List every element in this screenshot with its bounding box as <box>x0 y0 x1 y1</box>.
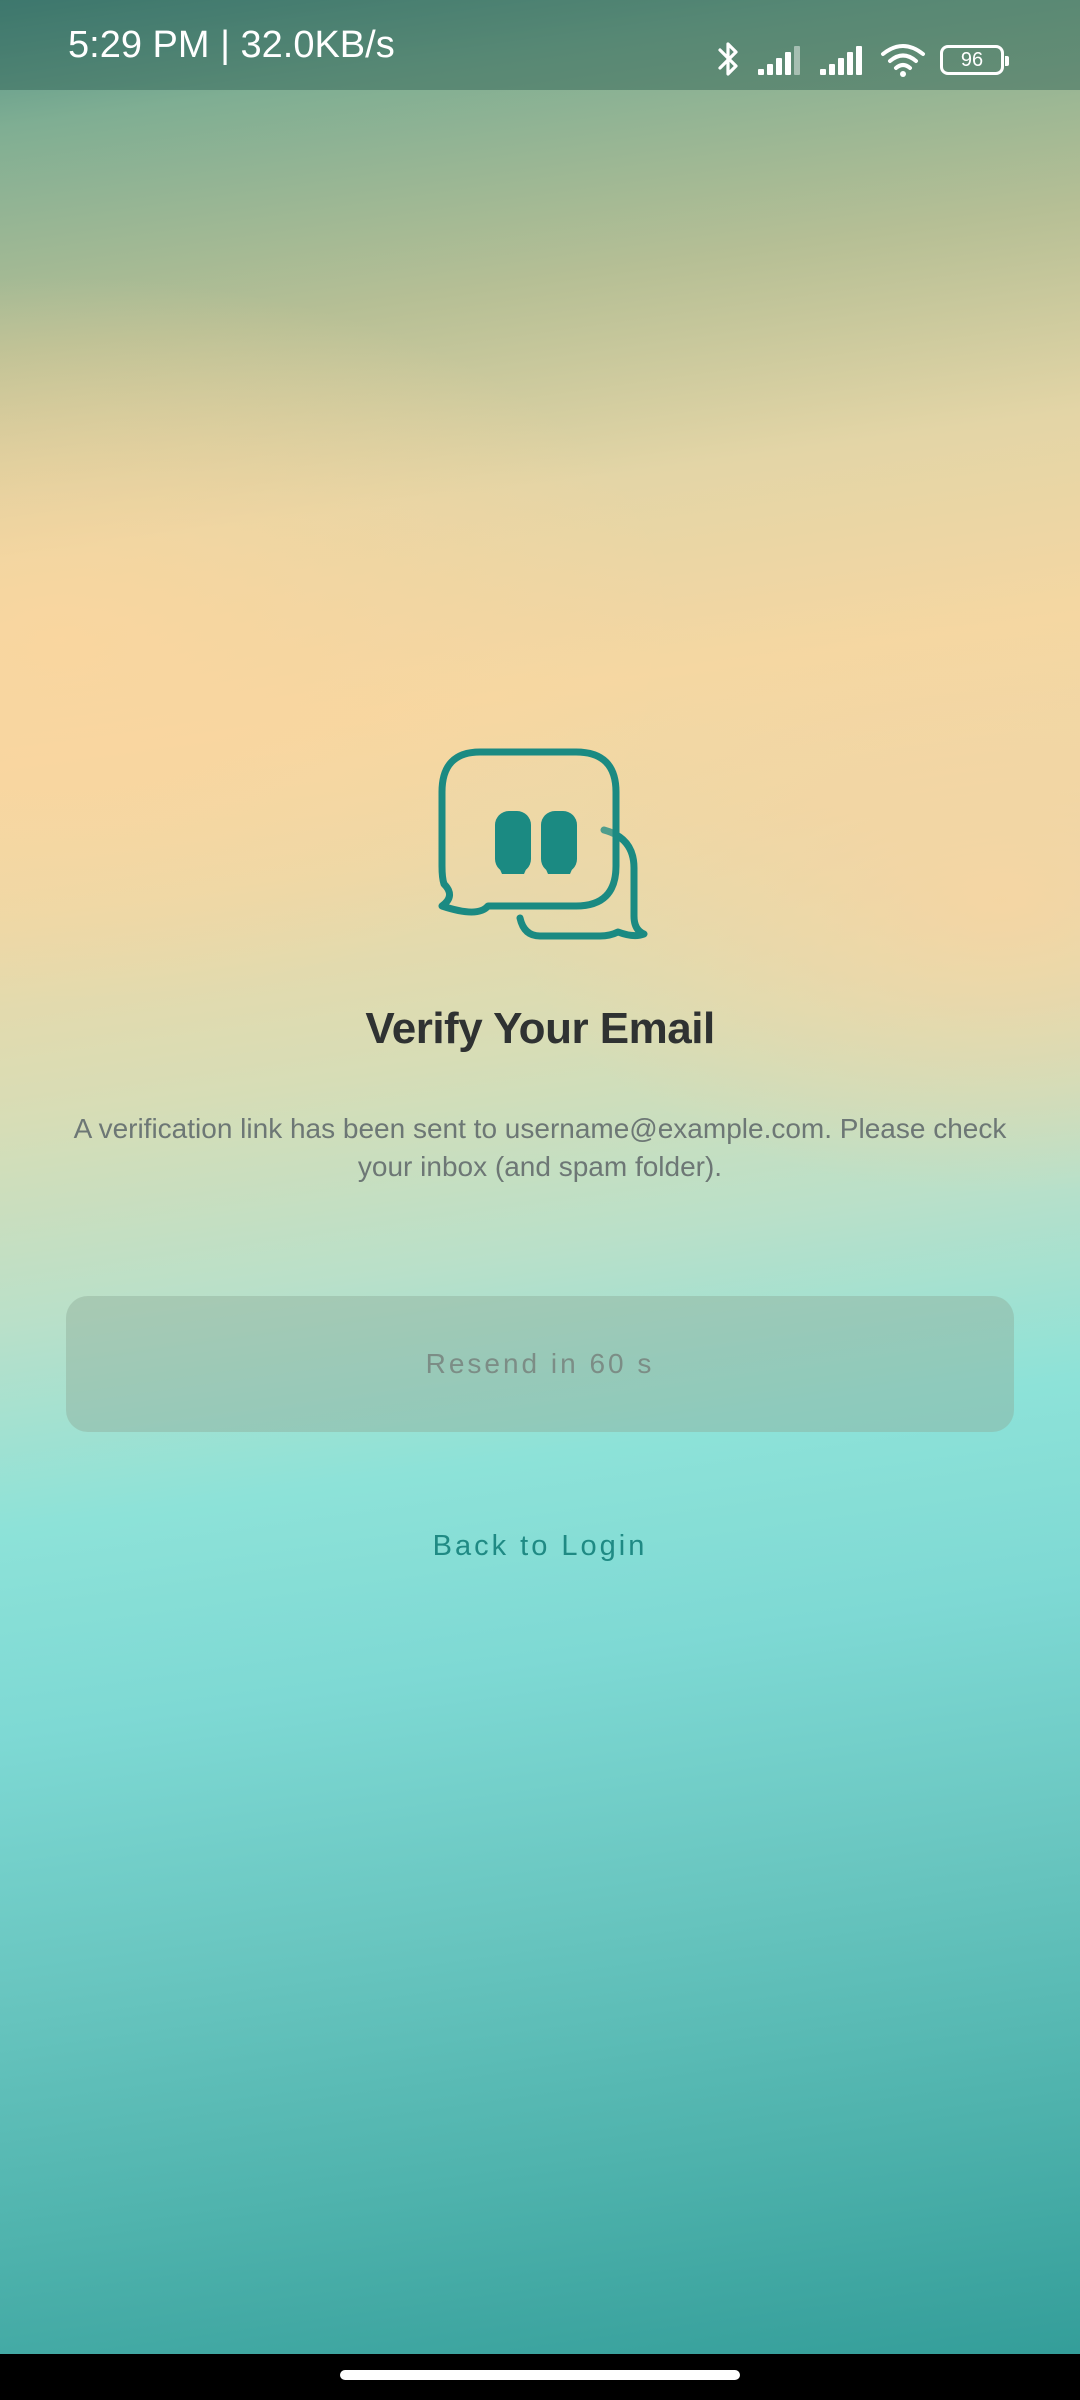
status-time-speed: 5:29 PM | 32.0KB/s <box>68 24 395 66</box>
signal-icon <box>818 43 866 77</box>
resend-button[interactable]: Resend in 60 s <box>66 1296 1014 1432</box>
background-gradient <box>0 0 1080 2400</box>
status-bar: 5:29 PM | 32.0KB/s 96 <box>0 0 1080 90</box>
navigation-bar <box>0 2354 1080 2400</box>
signal-icon <box>756 43 804 77</box>
verification-description: A verification link has been sent to use… <box>73 1113 1007 1182</box>
chat-bubbles-icon <box>428 748 652 944</box>
wifi-icon <box>880 42 926 78</box>
back-to-login-link[interactable]: Back to Login <box>340 1530 740 1580</box>
battery-icon: 96 <box>940 45 1009 75</box>
status-icons: 96 <box>714 38 1009 82</box>
bluetooth-icon <box>714 40 742 80</box>
battery-level: 96 <box>960 48 984 71</box>
page-title: Verify Your Email <box>365 1004 715 1053</box>
home-indicator[interactable] <box>340 2370 740 2380</box>
